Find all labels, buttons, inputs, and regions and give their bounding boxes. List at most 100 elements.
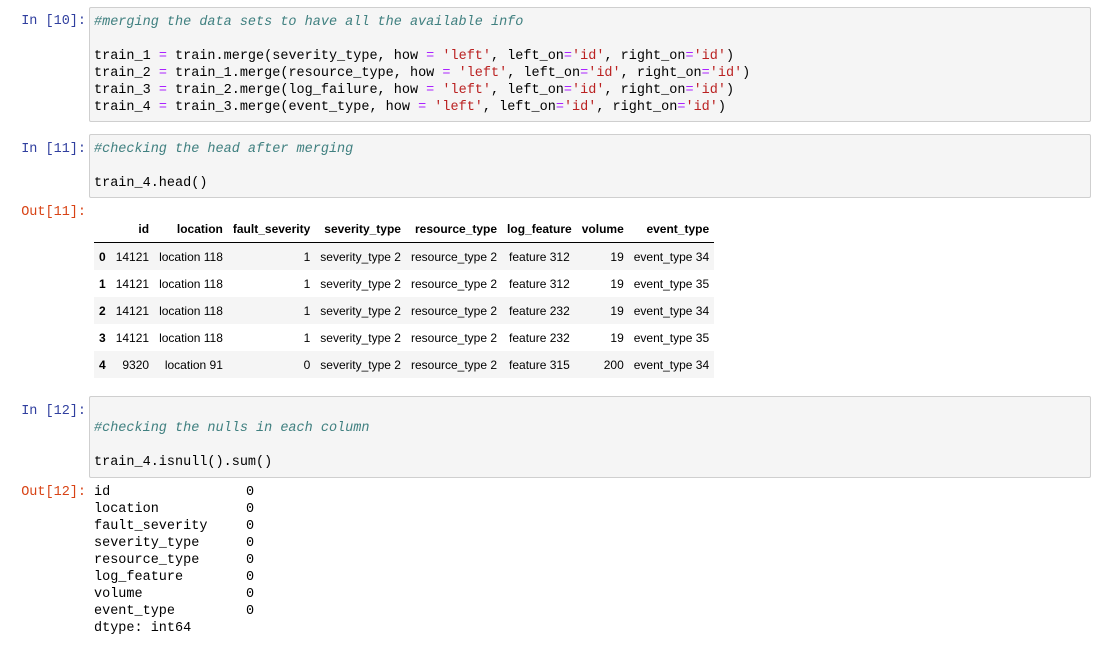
series-key: log_feature [94,570,184,585]
table-cell: severity_type 2 [320,303,401,318]
table-row: 0 14121 location 118 1 severity_type 2 resour… [94,242,715,270]
column-header: log_feature [502,216,577,243]
table-cell: 19 [610,330,624,345]
column-header: volume [576,216,629,243]
code-token: , left_on [491,49,564,64]
table-cell: 1 [303,276,311,291]
code-operator: = [563,83,573,98]
series-key: volume [94,587,143,602]
code-line: #checking the head after merging [94,141,1086,158]
code-comment: #checking the nulls in each column [94,421,370,436]
series-value: 0 [246,604,255,619]
table-cell: 14121 [115,330,150,345]
code-operator: = [158,83,167,98]
code-string: 'id' [693,49,726,64]
table-row: 2 14121 location 118 1 severity_type 2 resour… [94,297,715,324]
code-token: , left_on [482,100,556,115]
series-row: location 0 [94,501,254,518]
series-row: fault_severity 0 [94,518,254,535]
code-operator: = [158,66,167,81]
table-cell: severity_type 2 [320,249,401,264]
series-row: id 0 [94,484,254,501]
table-cell: event_type 35 [633,330,710,345]
code-string: 'id' [572,49,605,64]
table-cell: resource_type 2 [410,249,498,264]
code-line: train_4.isnull().sum() [94,454,1086,471]
table-cell: 200 [603,357,624,372]
table-cell: 14121 [115,276,150,291]
table-cell: severity_type 2 [320,276,401,291]
series-key: severity_type [94,536,200,551]
series-value: 0 [246,553,255,568]
column-header: id [110,216,155,243]
series-row: volume 0 [94,586,254,603]
input-prompt: In [10]: [21,14,86,29]
series-key: event_type [94,604,176,619]
row-index: 3 [99,330,106,345]
code-operator: = [685,83,694,98]
code-line: train_4.head() [94,175,1086,192]
code-token: train_3 [94,83,159,98]
code-editor[interactable]: #merging the data sets to have all the a… [89,7,1091,122]
table-cell: feature 312 [509,276,570,291]
code-string: 'left' [442,49,491,64]
code-operator: = [685,49,694,64]
code-token: ) [725,83,735,98]
series-dtype: dtype: int64 [94,621,192,636]
code-line: train_1 = train.merge(severity_type, how… [94,48,1086,65]
code-operator: = [418,100,427,115]
row-index: 1 [99,276,106,291]
output-prompt: Out[11]: [21,205,86,220]
code-line: #merging the data sets to have all the a… [94,14,1086,31]
column-header: resource_type [405,216,503,243]
table-cell: 19 [610,249,624,264]
table-cell: event_type 34 [633,357,710,372]
code-token: , right_on [620,66,702,81]
table-cell: 14121 [115,249,150,264]
table-cell: location 118 [159,330,223,345]
table-header-row: id location fault_severity severity_type res… [94,216,715,243]
code-string: 'id' [588,66,621,81]
table-cell: location 118 [159,249,223,264]
row-index: 4 [99,357,106,372]
row-index: 2 [99,303,106,318]
input-prompt: In [11]: [21,142,86,157]
table-row: 4 9320 location 91 0 severity_type 2 resource… [94,351,715,378]
table-cell: location 118 [159,303,223,318]
table-cell: 1 [303,303,311,318]
series-value: 0 [246,519,255,534]
series-value: 0 [246,485,255,500]
table-cell: feature 312 [509,249,570,264]
column-header: fault_severity [227,216,316,243]
output-prompt: Out[12]: [21,485,86,500]
table-cell: resource_type 2 [410,276,498,291]
table-cell: 19 [610,276,624,291]
series-value: 0 [246,570,255,585]
series-value: 0 [246,502,255,517]
code-token: train_2 [94,66,159,81]
code-token: train_4 [94,100,159,115]
code-string: 'id' [693,83,726,98]
column-header: event_type [628,216,715,243]
table-cell: feature 315 [509,357,570,372]
code-token: train_3.merge(event_type, how [166,100,419,115]
code-line: #checking the nulls in each column [94,420,1086,437]
table-row: 1 14121 location 118 1 severity_type 2 resour… [94,270,714,297]
code-editor[interactable]: #checking the head after merging train_4.… [89,134,1091,198]
code-operator: = [158,100,167,115]
column-header: location [154,216,228,243]
table-cell: 1 [303,249,311,264]
table-cell: location 118 [159,276,223,291]
code-editor[interactable]: #checking the nulls in each column train_… [89,396,1091,478]
table-cell: feature 232 [509,330,570,345]
row-index: 0 [99,249,106,264]
code-string: 'id' [572,83,605,98]
table-cell: event_type 34 [633,249,710,264]
series-key: fault_severity [94,519,208,534]
series-row: resource_type 0 [94,552,254,569]
code-string: 'id' [709,66,743,81]
